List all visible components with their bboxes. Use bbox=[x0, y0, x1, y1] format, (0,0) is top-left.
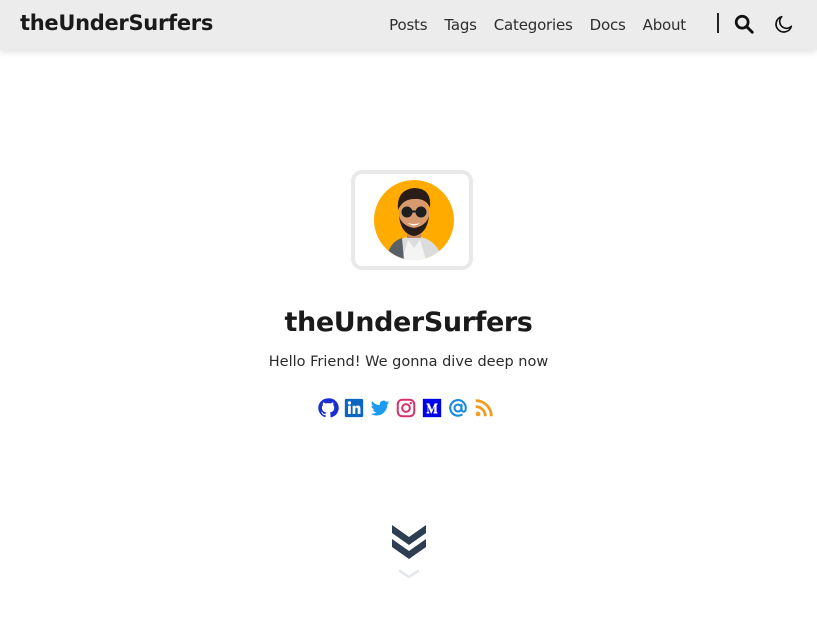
nav-item-about[interactable]: About bbox=[643, 16, 687, 34]
search-icon[interactable] bbox=[733, 13, 755, 35]
nav-item-tags[interactable]: Tags bbox=[444, 16, 477, 34]
github-icon[interactable] bbox=[317, 397, 339, 419]
site-brand-link[interactable]: theUnderSurfers bbox=[20, 11, 213, 35]
social-links bbox=[317, 397, 495, 419]
profile-title: theUnderSurfers bbox=[284, 307, 533, 338]
nav-links: Posts Tags Categories Docs About bbox=[389, 0, 686, 50]
email-icon[interactable] bbox=[447, 397, 469, 419]
avatar bbox=[374, 180, 454, 260]
linkedin-icon[interactable] bbox=[343, 397, 365, 419]
instagram-icon[interactable] bbox=[395, 397, 417, 419]
avatar-frame bbox=[351, 170, 473, 270]
nav-divider bbox=[717, 13, 719, 33]
top-navbar: theUnderSurfers Posts Tags Categories Do… bbox=[0, 0, 817, 50]
moon-icon[interactable] bbox=[773, 13, 795, 35]
profile-tagline: Hello Friend! We gonna dive deep now bbox=[268, 354, 549, 370]
medium-icon[interactable] bbox=[421, 397, 443, 419]
nav-item-categories[interactable]: Categories bbox=[494, 16, 573, 34]
scroll-down-chevrons-icon[interactable] bbox=[390, 522, 428, 582]
twitter-icon[interactable] bbox=[369, 397, 391, 419]
rss-icon[interactable] bbox=[473, 397, 495, 419]
avatar-image bbox=[374, 180, 454, 260]
nav-item-docs[interactable]: Docs bbox=[590, 16, 626, 34]
nav-item-posts[interactable]: Posts bbox=[389, 16, 427, 34]
